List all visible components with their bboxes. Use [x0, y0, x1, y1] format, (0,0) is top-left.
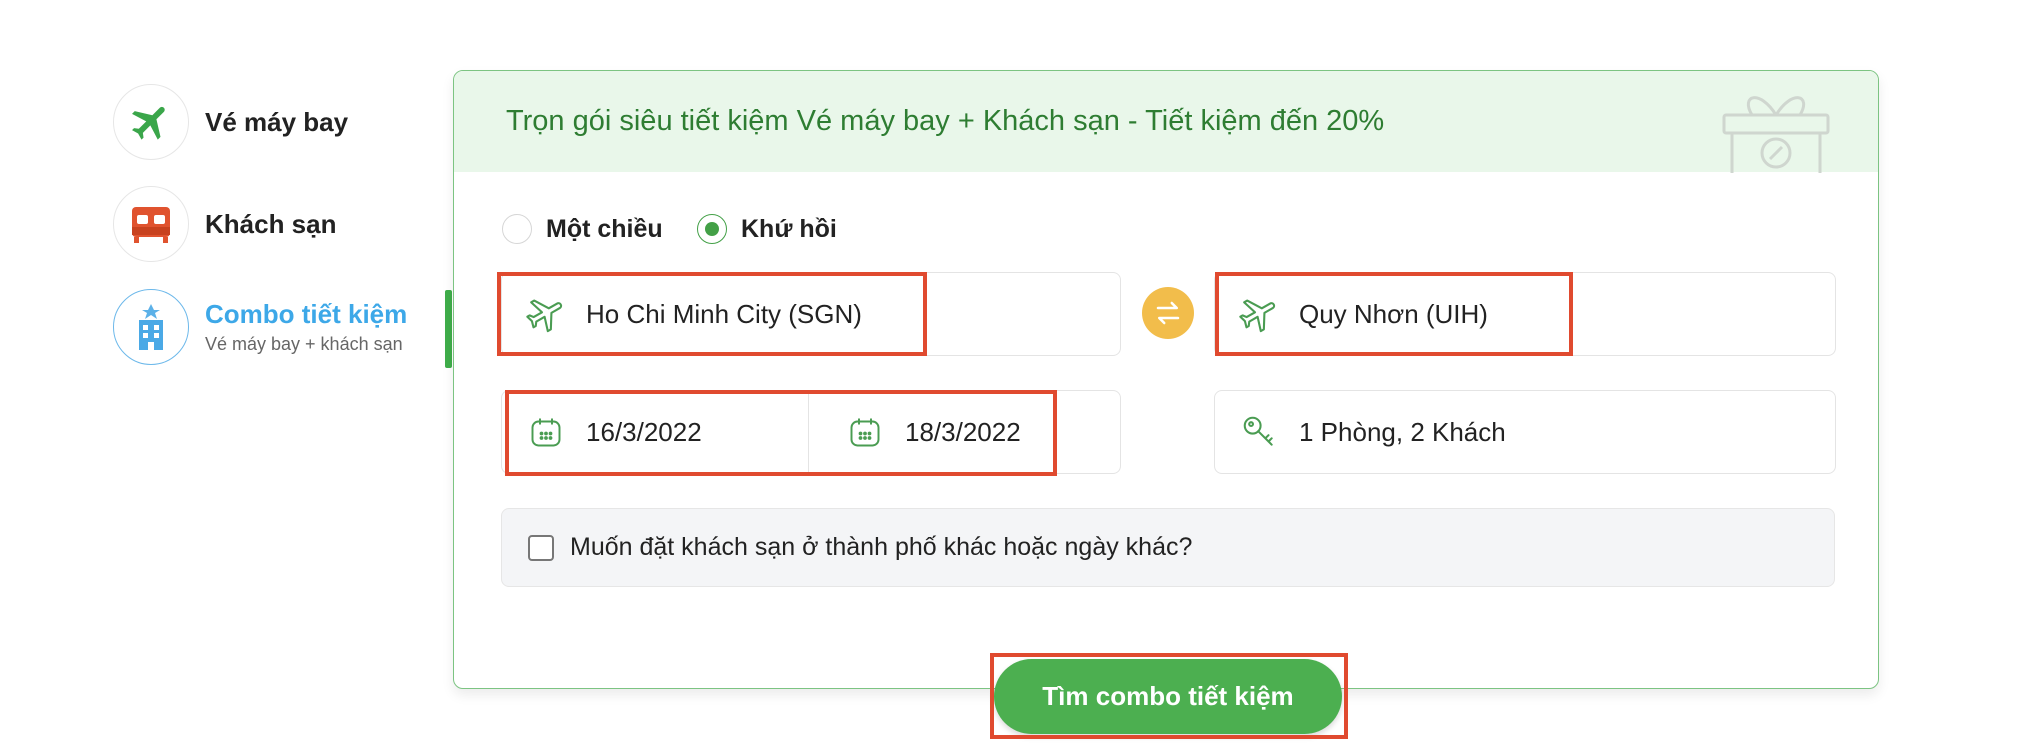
- sidebar-item-label: Combo tiết kiệm: [205, 299, 408, 329]
- airplane-icon: [113, 84, 189, 160]
- calendar-icon: [843, 410, 887, 454]
- active-indicator: [445, 290, 452, 368]
- sidebar-item-sublabel: Vé máy bay + khách sạn: [205, 334, 403, 354]
- sidebar-item-flights[interactable]: Vé máy bay: [113, 84, 348, 160]
- other-hotel-option[interactable]: Muốn đặt khách sạn ở thành phố khác hoặc…: [501, 508, 1835, 587]
- radio-label: Khứ hồi: [741, 214, 837, 243]
- rooms-guests-value: 1 Phòng, 2 Khách: [1299, 416, 1506, 447]
- sidebar-item-label: Khách sạn: [205, 208, 337, 239]
- depart-date-value: 16/3/2022: [586, 416, 702, 447]
- return-date-value: 18/3/2022: [905, 416, 1021, 447]
- depart-date-field[interactable]: 16/3/2022: [502, 391, 809, 473]
- combo-search-card: Trọn gói siêu tiết kiệm Vé máy bay + Khá…: [453, 70, 1879, 689]
- radio-round-trip[interactable]: Khứ hồi: [697, 214, 837, 244]
- gift-icon: [1720, 85, 1832, 178]
- airplane-icon: [524, 292, 568, 336]
- sidebar-item-hotels[interactable]: Khách sạn: [113, 186, 337, 262]
- key-icon: [1237, 410, 1281, 454]
- swap-icon: [1156, 301, 1180, 325]
- hotel-plane-icon: [113, 289, 189, 365]
- origin-value: Ho Chi Minh City (SGN): [586, 298, 862, 329]
- destination-value: Quy Nhơn (UIH): [1299, 298, 1488, 329]
- sidebar-item-combo[interactable]: Combo tiết kiệm Vé máy bay + khách sạn: [113, 289, 407, 365]
- card-title: Trọn gói siêu tiết kiệm Vé máy bay + Khá…: [506, 105, 1385, 137]
- origin-field[interactable]: Ho Chi Minh City (SGN): [501, 272, 1121, 356]
- rooms-guests-field[interactable]: 1 Phòng, 2 Khách: [1214, 390, 1836, 474]
- bed-icon: [113, 186, 189, 262]
- radio-one-way[interactable]: Một chiều: [502, 214, 663, 244]
- calendar-icon: [524, 410, 568, 454]
- date-range-field: 16/3/2022 18/3/2022: [501, 390, 1121, 474]
- airplane-icon: [1237, 292, 1281, 336]
- swap-button[interactable]: [1142, 287, 1194, 339]
- card-header: Trọn gói siêu tiết kiệm Vé máy bay + Khá…: [454, 71, 1878, 177]
- other-hotel-checkbox[interactable]: [528, 534, 554, 561]
- destination-field[interactable]: Quy Nhơn (UIH): [1214, 272, 1836, 356]
- radio-label: Một chiều: [546, 214, 663, 243]
- radio-indicator[interactable]: [502, 214, 532, 244]
- other-hotel-label: Muốn đặt khách sạn ở thành phố khác hoặc…: [570, 533, 1193, 561]
- search-combo-button[interactable]: Tìm combo tiết kiệm: [994, 659, 1342, 734]
- sidebar-item-label: Vé máy bay: [205, 106, 349, 137]
- return-date-field[interactable]: 18/3/2022: [821, 391, 1021, 473]
- radio-indicator[interactable]: [697, 214, 727, 244]
